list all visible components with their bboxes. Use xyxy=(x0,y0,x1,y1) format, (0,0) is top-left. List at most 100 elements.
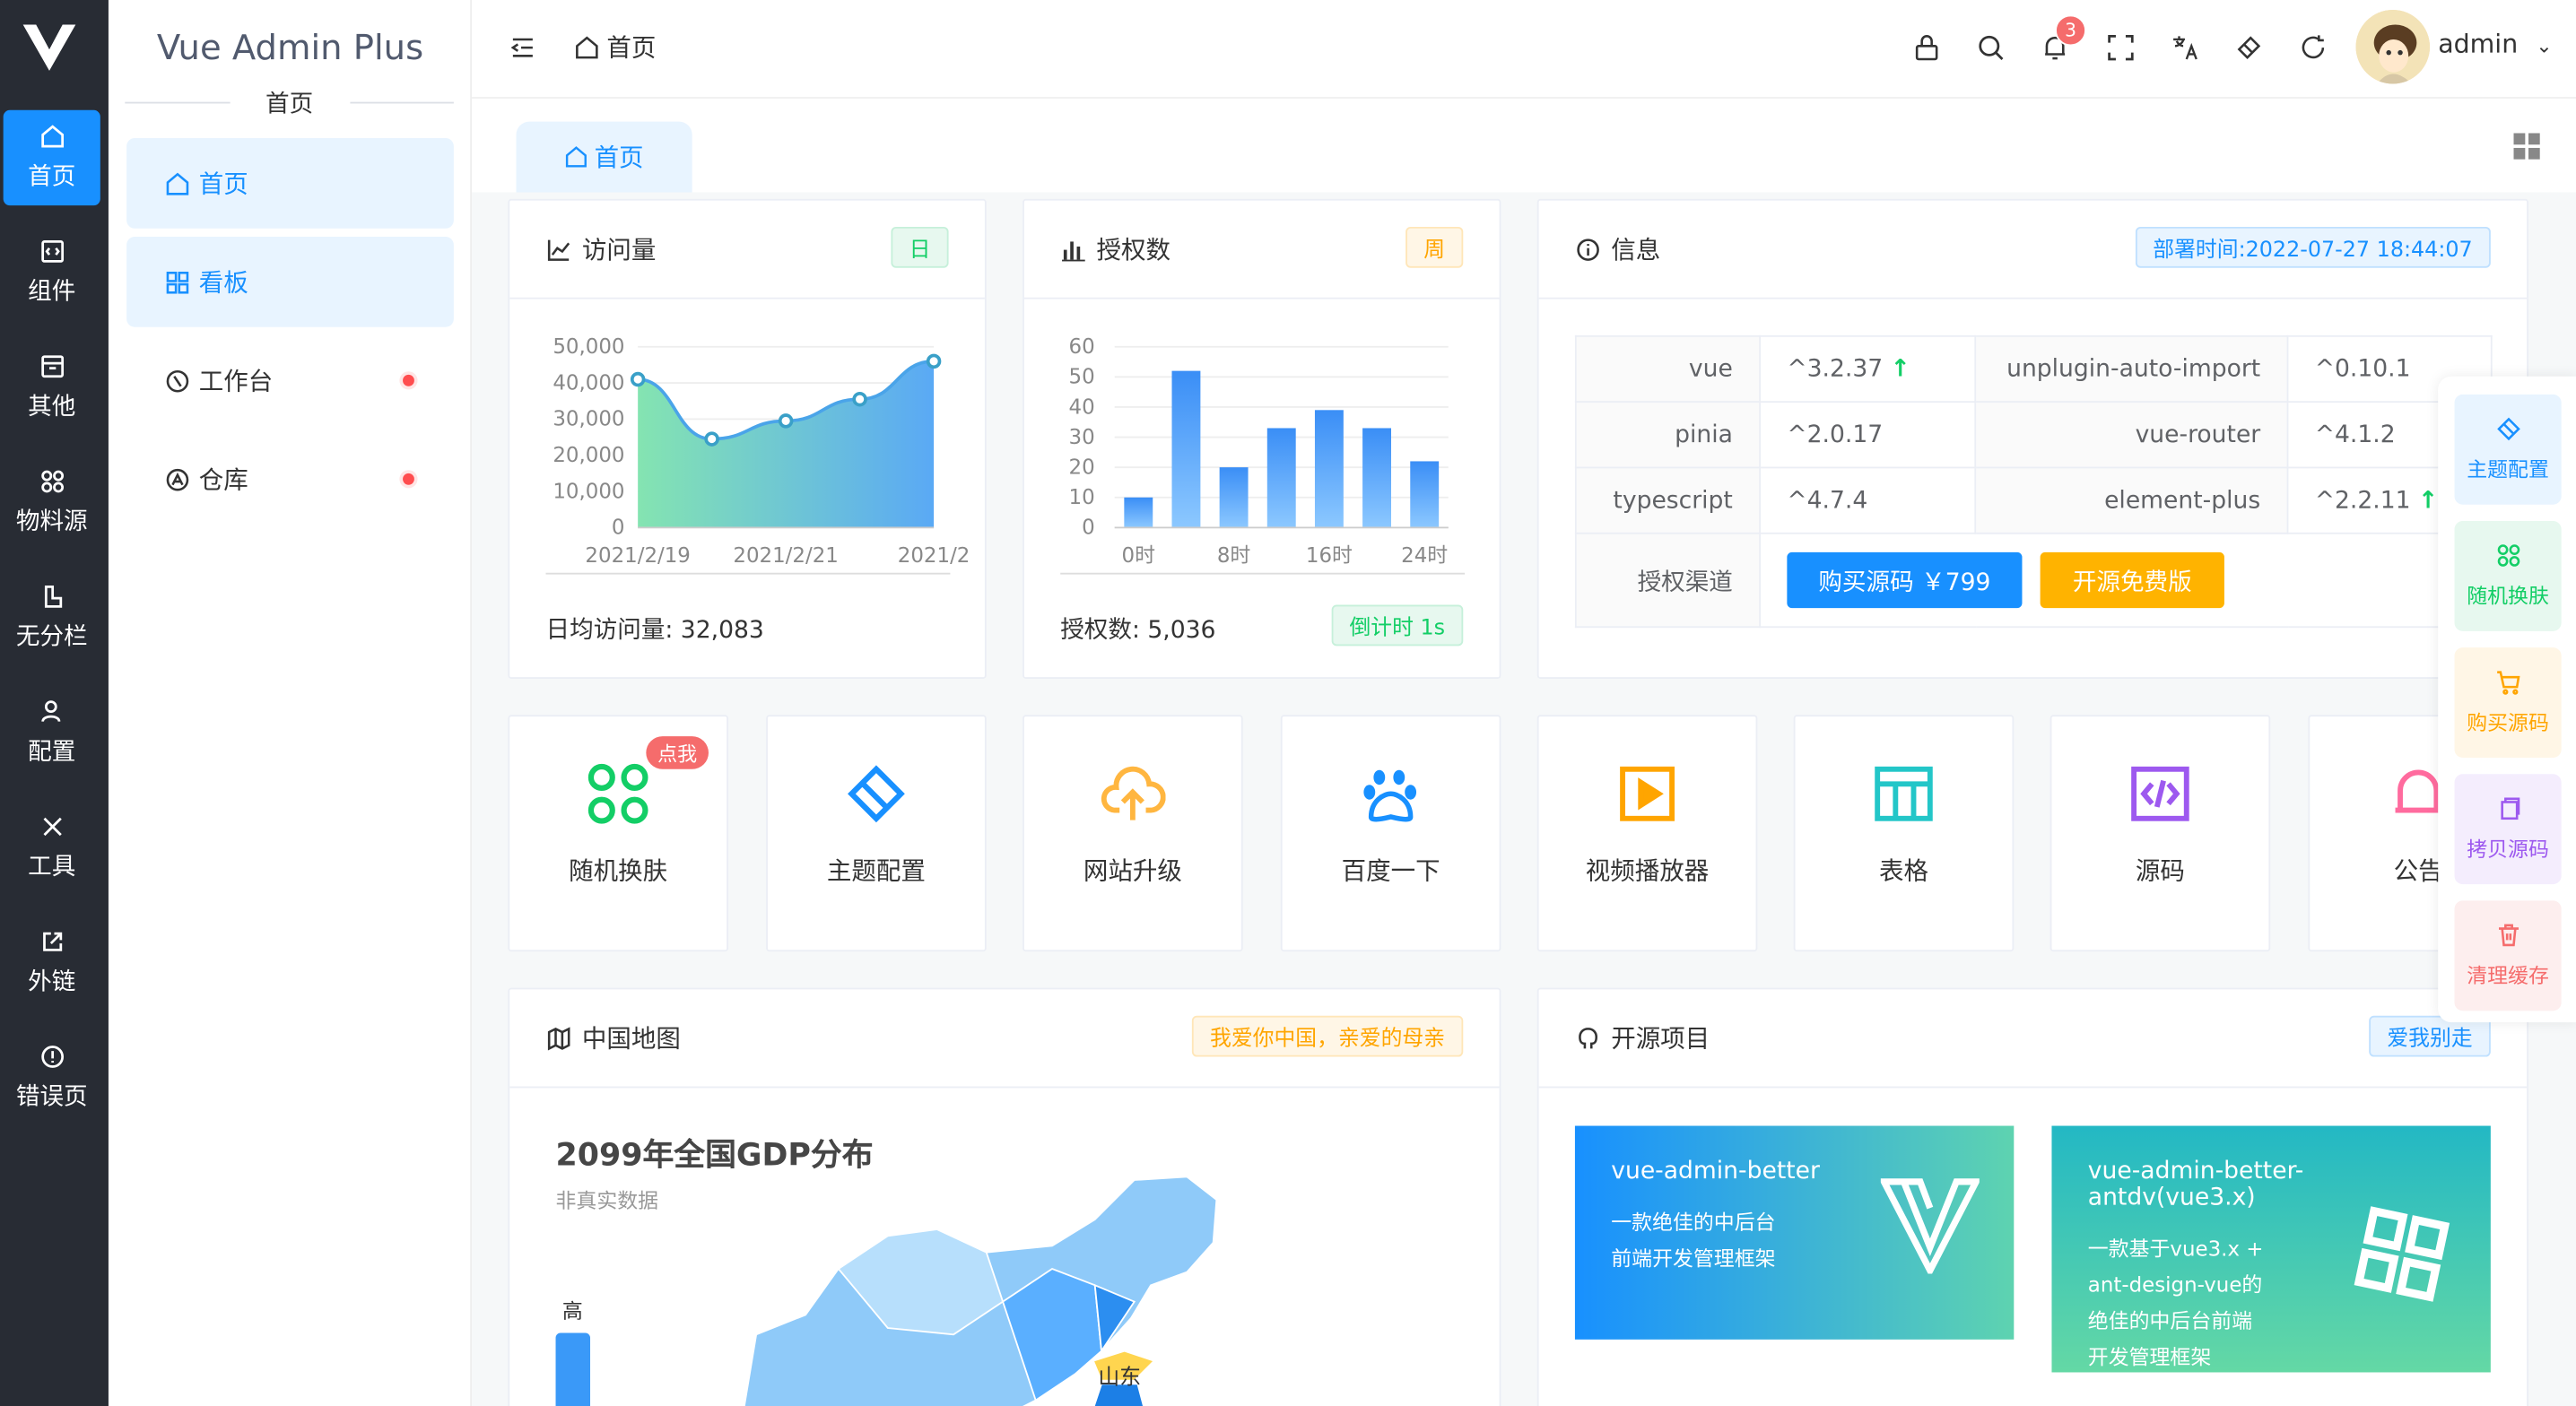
vue-logo-icon xyxy=(1880,1178,1980,1274)
menu-item-dashboard[interactable]: 看板 xyxy=(126,236,454,327)
projects-card-header: 开源项目 爱我别走 xyxy=(1538,989,2528,1089)
province-label: 山东 xyxy=(1098,1366,1142,1391)
video-icon xyxy=(1620,766,1675,821)
menu-item-home[interactable]: 首页 xyxy=(126,137,454,229)
tools-icon xyxy=(42,817,61,837)
x-tick-label: 16时 xyxy=(1306,544,1353,568)
china-map-card: 中国地图 我爱你中国，亲爱的母亲 2099年全国GDP分布 非真实数据 高 山东 xyxy=(508,987,1501,1406)
info-card: 信息 部署时间:2022-07-27 18:44:07 vue ^3.2.37 … xyxy=(1536,198,2529,679)
visual-map-legend[interactable] xyxy=(555,1332,591,1406)
bar[interactable] xyxy=(1410,461,1440,528)
y-tick-label: 60 xyxy=(1069,335,1095,359)
map-heading: 2099年全国GDP分布 xyxy=(555,1137,874,1174)
search-icon[interactable] xyxy=(1976,33,2006,63)
avatar[interactable] xyxy=(2355,9,2431,84)
buy-source-side-button[interactable]: 购买源码 xyxy=(2454,647,2562,758)
brush-icon xyxy=(2496,417,2519,441)
data-point[interactable] xyxy=(852,391,867,407)
username-dropdown[interactable]: admin ⌄ xyxy=(2438,30,2553,59)
data-point[interactable] xyxy=(926,353,942,369)
china-map[interactable] xyxy=(723,1170,1266,1406)
table-row: typescript ^4.7.4 element-plus ^2.2.11 ↑ xyxy=(1574,466,2493,534)
fold-menu-icon[interactable] xyxy=(508,33,537,63)
table-cell: typescript xyxy=(1574,466,1762,534)
chevron-down-icon: ⌄ xyxy=(2536,34,2553,58)
vue-logo-icon[interactable] xyxy=(22,20,77,75)
error-icon xyxy=(40,1046,64,1068)
period-tag: 周 xyxy=(1405,226,1464,268)
shortcut-source-code[interactable]: 源码 xyxy=(2049,715,2271,952)
random-skin-button[interactable]: 随机换肤 xyxy=(2454,521,2562,631)
breadcrumb[interactable]: 首页 xyxy=(574,30,656,64)
project-card-vue-admin-better[interactable]: vue-admin-better 一款绝佳的中后台 前端开发管理框架 xyxy=(1574,1125,2015,1340)
tabs-more-icon[interactable] xyxy=(2513,133,2540,160)
table-cell: ^2.0.17 xyxy=(1759,401,1977,469)
palette-icon xyxy=(587,763,648,824)
notice-count-badge: 3 xyxy=(2055,14,2086,47)
table-cell: ^4.7.4 xyxy=(1759,466,1977,534)
refresh-icon[interactable] xyxy=(2298,33,2328,63)
x-tick-label: 2021/2/19 xyxy=(585,544,690,568)
column-item-tools[interactable]: 工具 xyxy=(4,801,100,896)
shortcut-baidu[interactable]: 百度一下 xyxy=(1280,715,1501,952)
project-card-antdv[interactable]: vue-admin-better-antdv(vue3.x) 一款基于vue3.… xyxy=(2051,1125,2491,1373)
shortcut-theme-config[interactable]: 主题配置 xyxy=(766,715,987,952)
column-item-materials[interactable]: 物料源 xyxy=(4,456,100,551)
theme-config-button[interactable]: 主题配置 xyxy=(2454,394,2562,505)
column-item-no-column[interactable]: 无分栏 xyxy=(4,570,100,665)
shortcut-table[interactable]: 表格 xyxy=(1793,715,2015,952)
inbox-icon xyxy=(40,355,64,378)
table-cell: unplugin-auto-import xyxy=(1974,334,2289,404)
shortcut-random-skin[interactable]: 随机换肤 点我 xyxy=(508,715,728,952)
menu-item-warehouse[interactable]: 仓库 xyxy=(126,434,454,525)
layout-icon xyxy=(44,585,62,608)
code-box-icon xyxy=(40,240,64,263)
tab-home[interactable]: 首页 xyxy=(516,121,692,193)
warehouse-icon xyxy=(166,468,189,490)
x-tick-label: 2021/2/21 xyxy=(733,544,838,568)
buy-source-button[interactable]: 购买源码 ￥799 xyxy=(1787,551,2023,609)
apps-icon xyxy=(40,470,64,493)
y-tick-label: 50 xyxy=(1069,366,1095,389)
home-icon xyxy=(166,171,189,195)
app-title: Vue Admin Plus xyxy=(156,28,424,68)
auths-bar-chart: 0 10 20 30 40 50 60 0时 8时 16时 24时 xyxy=(1060,335,1466,575)
data-point[interactable] xyxy=(778,413,794,429)
column-bar: 首页 组件 其他 物料源 无分栏 配置 工具 外链 错误页 xyxy=(0,0,109,1406)
bar[interactable] xyxy=(1314,410,1344,528)
column-item-external[interactable]: 外链 xyxy=(4,916,100,1011)
code-icon xyxy=(2131,766,2189,821)
bar[interactable] xyxy=(1219,467,1249,528)
data-point[interactable] xyxy=(630,371,646,387)
bar[interactable] xyxy=(1171,370,1201,528)
lock-icon[interactable] xyxy=(1912,33,1942,63)
column-item-components[interactable]: 组件 xyxy=(4,225,100,320)
trash-icon xyxy=(2498,924,2519,947)
theme-brush-icon[interactable] xyxy=(2234,33,2264,63)
column-item-error[interactable]: 错误页 xyxy=(4,1030,100,1125)
table-cell: vue-router xyxy=(1974,401,2289,469)
shortcut-video-player[interactable]: 视频播放器 xyxy=(1536,715,1758,952)
data-point[interactable] xyxy=(704,431,719,447)
copy-source-button[interactable]: 拷贝源码 xyxy=(2454,774,2562,885)
grid-logo-icon xyxy=(2354,1206,2450,1302)
bar[interactable] xyxy=(1266,428,1296,528)
menu-item-workbench[interactable]: 工作台 xyxy=(126,335,454,426)
bar[interactable] xyxy=(1124,497,1153,528)
translate-icon[interactable] xyxy=(2170,33,2199,63)
avatar-image xyxy=(2355,9,2431,84)
map-card-header: 中国地图 我爱你中国，亲爱的母亲 xyxy=(509,989,1500,1089)
legend-high-label: 高 xyxy=(561,1298,583,1324)
table-row: vue ^3.2.37 ↑ unplugin-auto-import ^0.10… xyxy=(1574,334,2493,404)
shortcut-site-upgrade[interactable]: 网站升级 xyxy=(1023,715,1243,952)
brush-icon xyxy=(848,765,905,823)
free-version-button[interactable]: 开源免费版 xyxy=(2040,551,2224,609)
column-item-home[interactable]: 首页 xyxy=(3,109,100,206)
map-icon xyxy=(547,1026,570,1050)
fullscreen-icon[interactable] xyxy=(2106,33,2136,63)
column-item-settings[interactable]: 配置 xyxy=(4,685,100,780)
clear-cache-button[interactable]: 清理缓存 xyxy=(2454,900,2562,1011)
info-icon xyxy=(1577,238,1599,260)
bar[interactable] xyxy=(1362,428,1391,528)
column-item-other[interactable]: 其他 xyxy=(4,340,100,435)
